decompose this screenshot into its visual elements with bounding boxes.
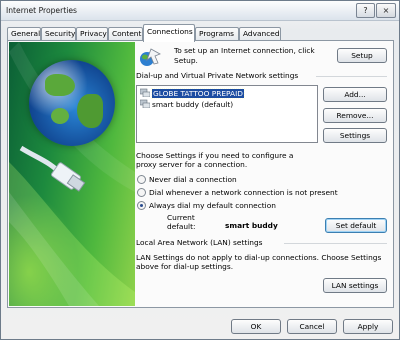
list-item[interactable]: GLOBE TATTOO PREPAID [140, 88, 245, 99]
current-default-value: smart buddy [225, 221, 278, 230]
add-button[interactable]: Add... [323, 87, 387, 102]
network-cable-icon [19, 145, 86, 192]
dialup-connection-icon [140, 88, 150, 97]
radio-never-dial[interactable] [137, 175, 146, 184]
remove-button[interactable]: Remove... [323, 108, 387, 123]
group-divider [316, 76, 387, 77]
radio-label[interactable]: Dial whenever a network connection is no… [149, 188, 338, 197]
connection-name: smart buddy (default) [152, 100, 234, 109]
radio-dial-whenever[interactable] [137, 188, 146, 197]
cancel-button[interactable]: Cancel [287, 319, 337, 334]
internet-properties-window: Internet Properties ? × General Security… [0, 0, 400, 340]
tab-content[interactable]: Content [108, 27, 143, 41]
set-default-button[interactable]: Set default [325, 218, 387, 233]
group-divider [284, 243, 387, 244]
current-default-label-line1: Current [167, 213, 195, 222]
help-button[interactable]: ? [356, 3, 375, 18]
tab-connections[interactable]: Connections [143, 24, 195, 42]
connection-list[interactable]: GLOBE TATTOO PREPAID smart buddy (defaul… [136, 85, 318, 143]
window-title: Internet Properties [6, 6, 77, 15]
close-button[interactable]: × [376, 3, 396, 18]
apply-button[interactable]: Apply [343, 319, 393, 334]
dialup-connection-icon [140, 99, 150, 108]
lan-note-line2: above for dial-up settings. [136, 262, 234, 271]
dialup-vpn-heading: Dial-up and Virtual Private Network sett… [136, 71, 299, 80]
radio-always-dial[interactable] [137, 201, 146, 210]
connection-wizard-icon [140, 48, 161, 66]
lan-settings-button[interactable]: LAN settings [323, 278, 387, 293]
settings-button[interactable]: Settings [323, 128, 387, 143]
ok-button[interactable]: OK [231, 319, 281, 334]
tab-privacy[interactable]: Privacy [76, 27, 108, 41]
globe-icon [29, 60, 115, 146]
proxy-instruction-line1: Choose Settings if you need to configure… [136, 151, 294, 160]
connection-name: GLOBE TATTOO PREPAID [151, 88, 245, 99]
setup-button[interactable]: Setup [337, 48, 387, 63]
proxy-instruction-line2: proxy server for a connection. [136, 160, 248, 169]
tab-programs[interactable]: Programs [195, 27, 239, 41]
current-default-label-line2: default: [167, 222, 196, 231]
lan-note-line1: LAN Settings do not apply to dial-up con… [136, 253, 382, 262]
globe-network-illustration [9, 42, 135, 306]
setup-instruction-line1: To set up an Internet connection, click [174, 46, 315, 55]
radio-label[interactable]: Never dial a connection [149, 175, 237, 184]
tab-security[interactable]: Security [41, 27, 76, 41]
setup-instruction-line2: Setup. [174, 56, 198, 65]
radio-label[interactable]: Always dial my default connection [149, 201, 276, 210]
tab-advanced[interactable]: Advanced [239, 27, 281, 41]
title-bar[interactable]: Internet Properties ? × [1, 1, 399, 21]
lan-settings-heading: Local Area Network (LAN) settings [136, 238, 263, 247]
list-item[interactable]: smart buddy (default) [140, 99, 233, 110]
tab-general[interactable]: General [7, 27, 41, 41]
